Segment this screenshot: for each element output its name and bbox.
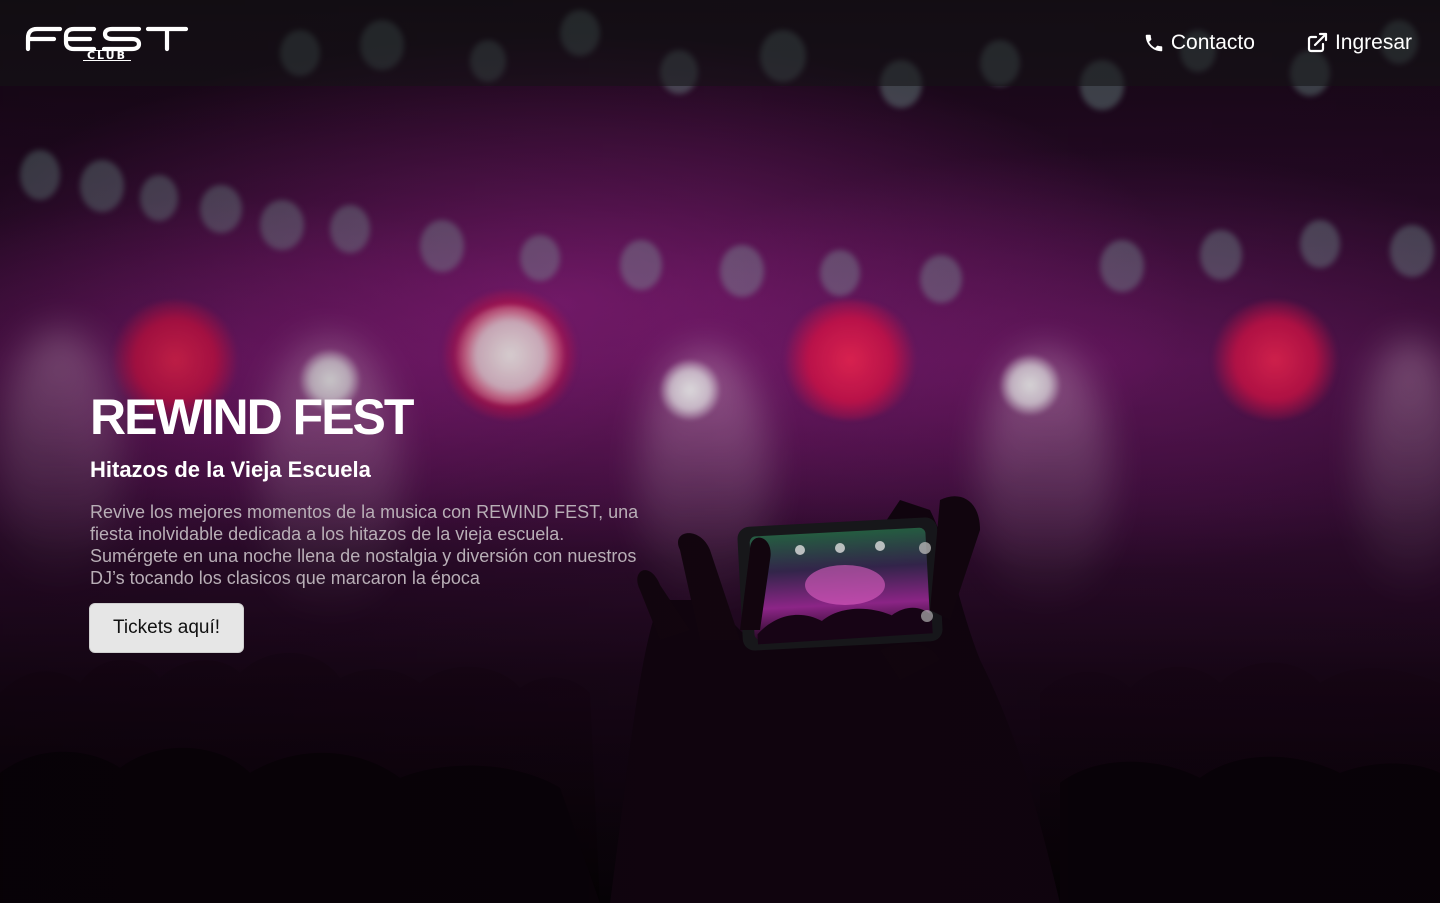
hero-section: REWIND FEST Hitazos de la Vieja Escuela …: [89, 386, 670, 653]
phone-icon: [1145, 34, 1163, 52]
top-nav: Contacto Ingresar: [1143, 31, 1412, 55]
logo-subtitle: CLUB: [82, 49, 131, 61]
hero-description: Revive los mejores momentos de la musica…: [90, 502, 639, 588]
hero-title: REWIND FEST: [90, 389, 414, 445]
fest-logo-mark: [25, 26, 189, 51]
tickets-button[interactable]: Tickets aquí!: [89, 603, 245, 653]
external-link-icon: [1307, 32, 1328, 53]
brand-logo[interactable]: CLUB: [24, 26, 190, 61]
hero-subtitle: Hitazos de la Vieja Escuela: [90, 457, 371, 482]
nav-contact-link[interactable]: Contacto: [1143, 31, 1255, 55]
nav-login-link[interactable]: Ingresar: [1305, 31, 1412, 55]
nav-contact-label: Contacto: [1170, 31, 1255, 54]
nav-login-label: Ingresar: [1334, 31, 1412, 54]
landing-page: CLUB Contacto Ingresar REWIND FEST Hitaz…: [0, 0, 1440, 903]
site-header: CLUB Contacto Ingresar: [0, 0, 1440, 86]
